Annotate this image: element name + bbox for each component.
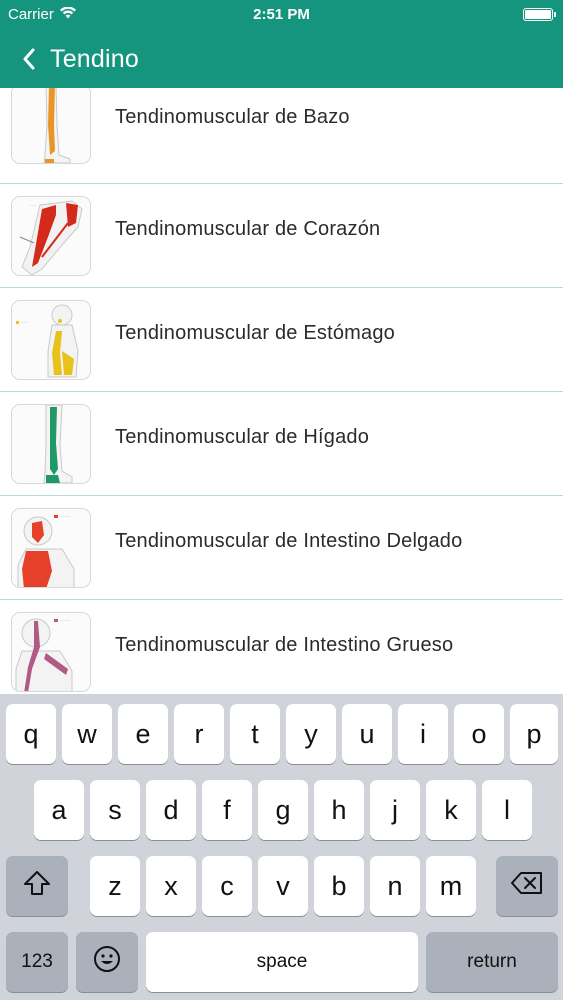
- back-pink-thumbnail: ·········: [11, 612, 91, 692]
- delete-key[interactable]: [496, 856, 558, 916]
- key-c[interactable]: c: [202, 856, 252, 916]
- space-key[interactable]: space: [146, 932, 418, 992]
- list-item-label: Tendinomuscular de Estómago: [115, 322, 395, 344]
- key-y[interactable]: y: [286, 704, 336, 764]
- list-item[interactable]: ········· Tendinomuscular de Intestino D…: [0, 496, 563, 600]
- clock: 2:51 PM: [253, 6, 310, 23]
- key-t[interactable]: t: [230, 704, 280, 764]
- backspace-icon: [510, 871, 544, 902]
- key-l[interactable]: l: [482, 780, 532, 840]
- shift-key[interactable]: [6, 856, 68, 916]
- key-m[interactable]: m: [426, 856, 476, 916]
- key-j[interactable]: j: [370, 780, 420, 840]
- list-item[interactable]: Tendinomuscular de Bazo: [0, 88, 563, 184]
- chevron-left-icon: [22, 48, 36, 70]
- key-e[interactable]: e: [118, 704, 168, 764]
- key-g[interactable]: g: [258, 780, 308, 840]
- leg-orange-thumbnail: [11, 88, 91, 164]
- key-i[interactable]: i: [398, 704, 448, 764]
- key-z[interactable]: z: [90, 856, 140, 916]
- svg-text:·········: ·········: [60, 515, 71, 519]
- back-red-thumbnail: ·········: [11, 508, 91, 588]
- key-r[interactable]: r: [174, 704, 224, 764]
- key-h[interactable]: h: [314, 780, 364, 840]
- key-a[interactable]: a: [34, 780, 84, 840]
- shift-icon: [23, 870, 51, 903]
- list-item-label: Tendinomuscular de Intestino Delgado: [115, 530, 463, 552]
- list-item-label: Tendinomuscular de Bazo: [115, 106, 350, 128]
- key-s[interactable]: s: [90, 780, 140, 840]
- emoji-key[interactable]: [76, 932, 138, 992]
- svg-text:·····: ·····: [30, 203, 37, 208]
- key-q[interactable]: q: [6, 704, 56, 764]
- return-key[interactable]: return: [426, 932, 558, 992]
- list-item[interactable]: ····· Tendinomuscular de Corazón: [0, 184, 563, 288]
- list-item[interactable]: Tendinomuscular de Hígado: [0, 392, 563, 496]
- back-button[interactable]: [22, 48, 36, 70]
- key-k[interactable]: k: [426, 780, 476, 840]
- list-item-label: Tendinomuscular de Corazón: [115, 218, 381, 240]
- page-title: Tendino: [50, 44, 139, 73]
- list-item[interactable]: ········· Tendinomuscular de Intestino G…: [0, 600, 563, 694]
- numbers-key[interactable]: 123: [6, 932, 68, 992]
- svg-text:······: ······: [21, 321, 28, 325]
- key-d[interactable]: d: [146, 780, 196, 840]
- key-w[interactable]: w: [62, 704, 112, 764]
- navigation-bar: Tendino: [0, 30, 563, 88]
- list-item[interactable]: ······ Tendinomuscular de Estómago: [0, 288, 563, 392]
- emoji-icon: [93, 945, 121, 980]
- leg-green-thumbnail: [11, 404, 91, 484]
- top-bar: Carrier 2:51 PM Tendino: [0, 0, 563, 88]
- channel-list: Tendinomuscular de Bazo ····· Tendinomus…: [0, 88, 563, 694]
- key-n[interactable]: n: [370, 856, 420, 916]
- torso-yellow-thumbnail: ······: [11, 300, 91, 380]
- key-o[interactable]: o: [454, 704, 504, 764]
- key-u[interactable]: u: [342, 704, 392, 764]
- arm-red-thumbnail: ·····: [11, 196, 91, 276]
- key-p[interactable]: p: [510, 704, 558, 764]
- keyboard: q w e r t y u i o p a s d f g h j k l z …: [0, 694, 563, 1000]
- svg-text:·········: ·········: [60, 619, 71, 623]
- key-x[interactable]: x: [146, 856, 196, 916]
- key-b[interactable]: b: [314, 856, 364, 916]
- battery-icon: [523, 8, 556, 21]
- status-bar: Carrier 2:51 PM: [0, 0, 563, 30]
- list-item-label: Tendinomuscular de Hígado: [115, 426, 370, 448]
- key-v[interactable]: v: [258, 856, 308, 916]
- list-item-label: Tendinomuscular de Intestino Grueso: [115, 634, 454, 656]
- key-f[interactable]: f: [202, 780, 252, 840]
